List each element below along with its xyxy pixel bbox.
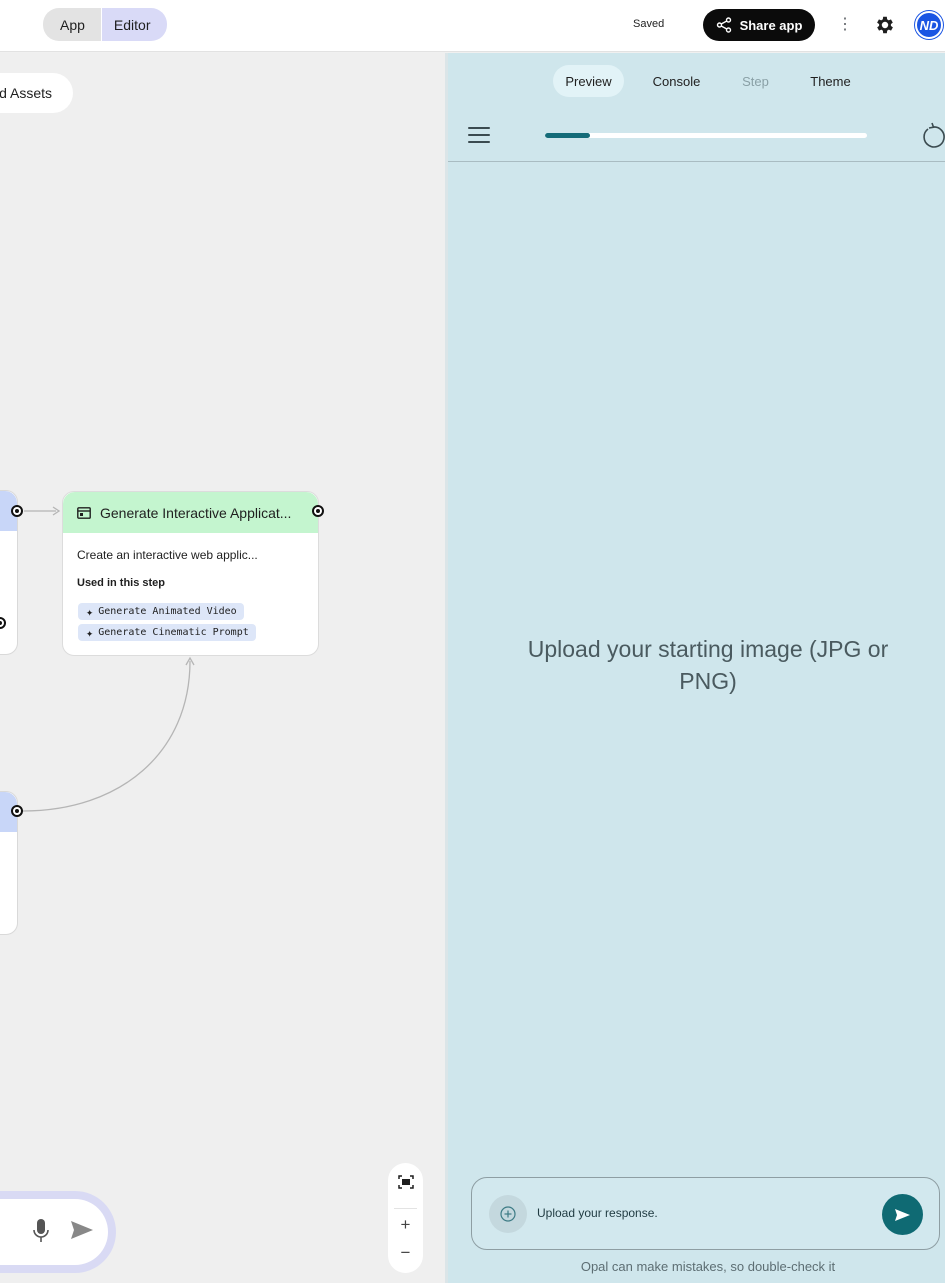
- settings-gear-icon[interactable]: [874, 14, 896, 36]
- tab-step[interactable]: Step: [729, 65, 782, 97]
- send-button[interactable]: [882, 1194, 923, 1235]
- preview-panel: Preview Console Step Theme Upload your s…: [445, 53, 945, 1283]
- preview-toolbar: [448, 109, 945, 162]
- divider: [394, 1208, 417, 1209]
- mode-switch: App Editor: [43, 8, 167, 41]
- top-bar: App Editor Saved Share app ⋮ ND: [0, 0, 945, 52]
- progress-bar: [545, 133, 867, 138]
- disclaimer-text: Opal can make mistakes, so double-check …: [580, 1259, 836, 1274]
- response-input[interactable]: Upload your response.: [537, 1206, 658, 1220]
- preview-tabs: Preview Console Step Theme: [553, 65, 879, 97]
- saved-status: Saved: [633, 18, 665, 30]
- add-circle-icon: [500, 1206, 516, 1222]
- asset-chip-label: Generate Animated Video: [98, 606, 237, 617]
- zoom-out-button[interactable]: −: [388, 1243, 423, 1263]
- tab-preview[interactable]: Preview: [553, 65, 624, 97]
- tab-theme[interactable]: Theme: [782, 65, 879, 97]
- node-description: Create an interactive web applic...: [77, 548, 258, 562]
- zoom-controls: + −: [388, 1163, 423, 1273]
- share-app-label: Share app: [739, 17, 803, 33]
- response-input-bar[interactable]: Upload your response.: [471, 1177, 940, 1250]
- share-icon: [716, 17, 731, 33]
- send-icon[interactable]: [70, 1220, 94, 1240]
- progress-bar-fill: [545, 133, 591, 138]
- sparkle-icon: ✦: [86, 625, 94, 640]
- node-title: Generate Interactive Applicat...: [100, 504, 292, 521]
- composer-input-area[interactable]: [0, 1199, 108, 1265]
- sparkle-icon: ✦: [86, 604, 94, 619]
- share-app-button[interactable]: Share app: [703, 9, 815, 41]
- add-attachment-button[interactable]: [489, 1195, 527, 1233]
- editor-canvas[interactable]: d Assets Generate Interactive Applicat..…: [0, 53, 445, 1283]
- web-app-icon: [77, 506, 91, 519]
- prompt-composer: [0, 1191, 116, 1273]
- send-icon: [895, 1208, 910, 1221]
- user-avatar[interactable]: ND: [915, 11, 943, 39]
- output-port[interactable]: [312, 505, 324, 517]
- used-in-step-label: Used in this step: [77, 577, 166, 589]
- editor-mode-button[interactable]: Editor: [101, 8, 167, 41]
- asset-chip-label: Generate Cinematic Prompt: [98, 627, 249, 638]
- asset-chip[interactable]: ✦ Generate Animated Video: [78, 603, 244, 620]
- tab-console[interactable]: Console: [624, 65, 729, 97]
- fit-view-icon[interactable]: [388, 1175, 423, 1194]
- microphone-icon[interactable]: [33, 1218, 49, 1244]
- menu-icon[interactable]: [468, 127, 490, 143]
- more-options-icon[interactable]: ⋮: [836, 14, 854, 36]
- node-header: Generate Interactive Applicat...: [63, 492, 318, 533]
- restart-icon[interactable]: [918, 121, 945, 151]
- zoom-in-button[interactable]: +: [388, 1215, 423, 1235]
- asset-chip[interactable]: ✦ Generate Cinematic Prompt: [78, 624, 256, 641]
- step-node-generate-interactive-app[interactable]: Generate Interactive Applicat... Create …: [62, 491, 319, 656]
- app-mode-button[interactable]: App: [43, 8, 101, 41]
- step-prompt: Upload your starting image (JPG or PNG): [527, 636, 889, 694]
